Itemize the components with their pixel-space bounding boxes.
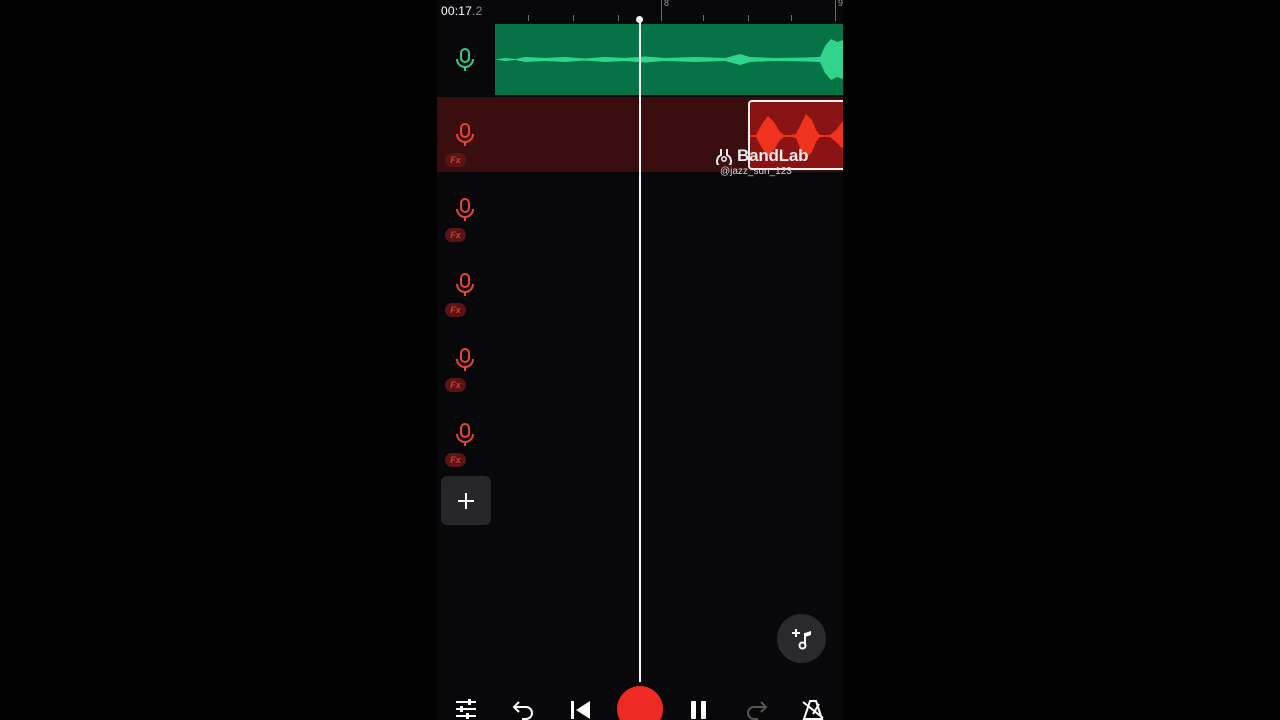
undo-button[interactable] [510,696,536,720]
bar-number: 9 [838,0,843,8]
fx-badge[interactable]: Fx [445,228,466,242]
ruler-tick [573,15,574,21]
ruler-tick [618,15,619,21]
add-music-note-icon [791,628,811,649]
microphone-icon[interactable] [454,422,476,448]
timeline-ruler[interactable]: 8 9 [495,0,843,22]
watermark-user: @jazz_sun_123 [720,166,792,177]
bandlab-watermark: BandLab @jazz_sun_123 [714,146,809,177]
playhead-line[interactable] [639,18,641,682]
fx-badge[interactable]: Fx [445,453,466,467]
record-button[interactable] [617,686,663,720]
microphone-icon[interactable] [454,347,476,373]
microphone-icon[interactable] [454,122,476,148]
ruler-tick [528,15,529,21]
bandlab-logo-icon [716,149,732,165]
ruler-bar-line [661,0,662,21]
sliders-icon [456,699,476,719]
time-fraction: .2 [472,4,483,18]
pause-icon [691,701,706,719]
skip-back-icon [571,701,590,719]
skip-to-start-button[interactable] [567,696,593,720]
ruler-tick [791,15,792,21]
fx-badge[interactable]: Fx [445,378,466,392]
undo-icon [512,701,533,720]
letterbox-background: 00:17.2 8 9 Fx BandLab @jazz_sun_123 Fx … [0,0,1280,720]
mixer-button[interactable] [453,696,479,720]
time-display: 00:17.2 [441,4,482,18]
add-instrument-button[interactable] [777,614,826,663]
pause-button[interactable] [686,696,712,720]
ruler-tick [748,15,749,21]
fx-badge[interactable]: Fx [445,303,466,317]
microphone-icon[interactable] [454,272,476,298]
plus-icon [458,492,474,509]
bar-number: 8 [664,0,670,8]
redo-icon [747,701,768,720]
waveform-green [495,39,843,80]
playhead-handle[interactable] [636,16,643,23]
watermark-brand: BandLab [737,146,809,165]
ruler-bar-line [835,0,836,21]
fx-badge[interactable]: Fx [445,153,466,167]
studio-screen: 00:17.2 8 9 Fx BandLab @jazz_sun_123 Fx … [437,0,843,720]
microphone-icon[interactable] [454,47,476,73]
metronome-off-icon [802,700,824,720]
time-main: 00:17 [441,4,473,18]
add-track-button[interactable] [441,476,491,525]
audio-region-track-1[interactable] [495,24,843,95]
bandlab-logo: BandLab [714,146,809,166]
redo-button[interactable] [744,696,770,720]
ruler-tick [703,15,704,21]
microphone-icon[interactable] [454,197,476,223]
metronome-button[interactable] [800,696,826,720]
